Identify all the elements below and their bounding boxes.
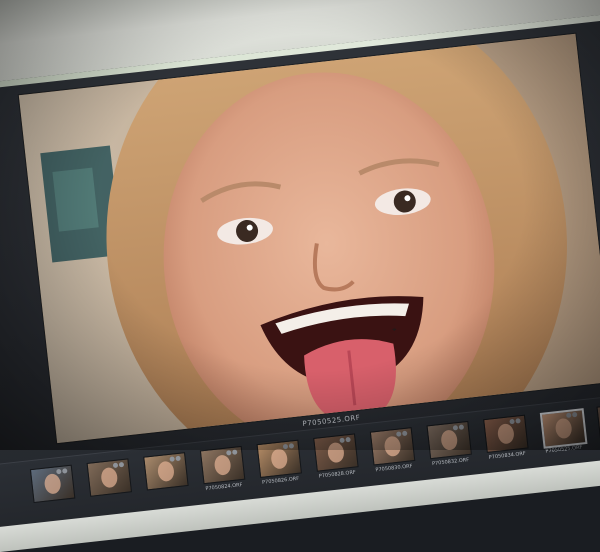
thumbnail-photo bbox=[440, 429, 459, 451]
filmstrip-thumbnail[interactable] bbox=[199, 445, 246, 485]
thumbnail-photo bbox=[554, 417, 573, 440]
thumbnail-photo bbox=[156, 460, 175, 483]
filmstrip-thumbnail[interactable] bbox=[483, 414, 529, 454]
filmstrip-thumbnail[interactable] bbox=[426, 420, 472, 460]
thumbnail-photo bbox=[100, 466, 119, 489]
thumbnail-photo bbox=[496, 422, 515, 445]
thumbnail-photo bbox=[326, 441, 345, 464]
mouse-cursor-icon: ⌖ bbox=[392, 325, 397, 334]
filmstrip-thumbnail[interactable] bbox=[256, 439, 302, 479]
filmstrip-thumbnail[interactable] bbox=[596, 402, 600, 441]
thumbnail-photo bbox=[270, 448, 289, 470]
thumbnail-photo bbox=[383, 435, 402, 458]
filmstrip-thumbnail[interactable] bbox=[313, 433, 359, 472]
filmstrip-thumbnail[interactable] bbox=[86, 458, 133, 497]
filmstrip-thumbnail[interactable] bbox=[539, 408, 588, 449]
thumbnail-photo bbox=[43, 473, 62, 495]
filmstrip-thumbnail[interactable] bbox=[143, 452, 189, 491]
photo-preview[interactable] bbox=[18, 33, 600, 444]
monitor-screen: P7050525.ORF P7050824.ORF P7050826.ORF P70… bbox=[0, 0, 600, 552]
filmstrip-thumbnail[interactable] bbox=[29, 464, 76, 504]
thumbnail-photo bbox=[213, 454, 232, 476]
filmstrip-thumbnail[interactable] bbox=[369, 427, 416, 466]
photo-girl-sticking-tongue-out bbox=[18, 33, 600, 444]
